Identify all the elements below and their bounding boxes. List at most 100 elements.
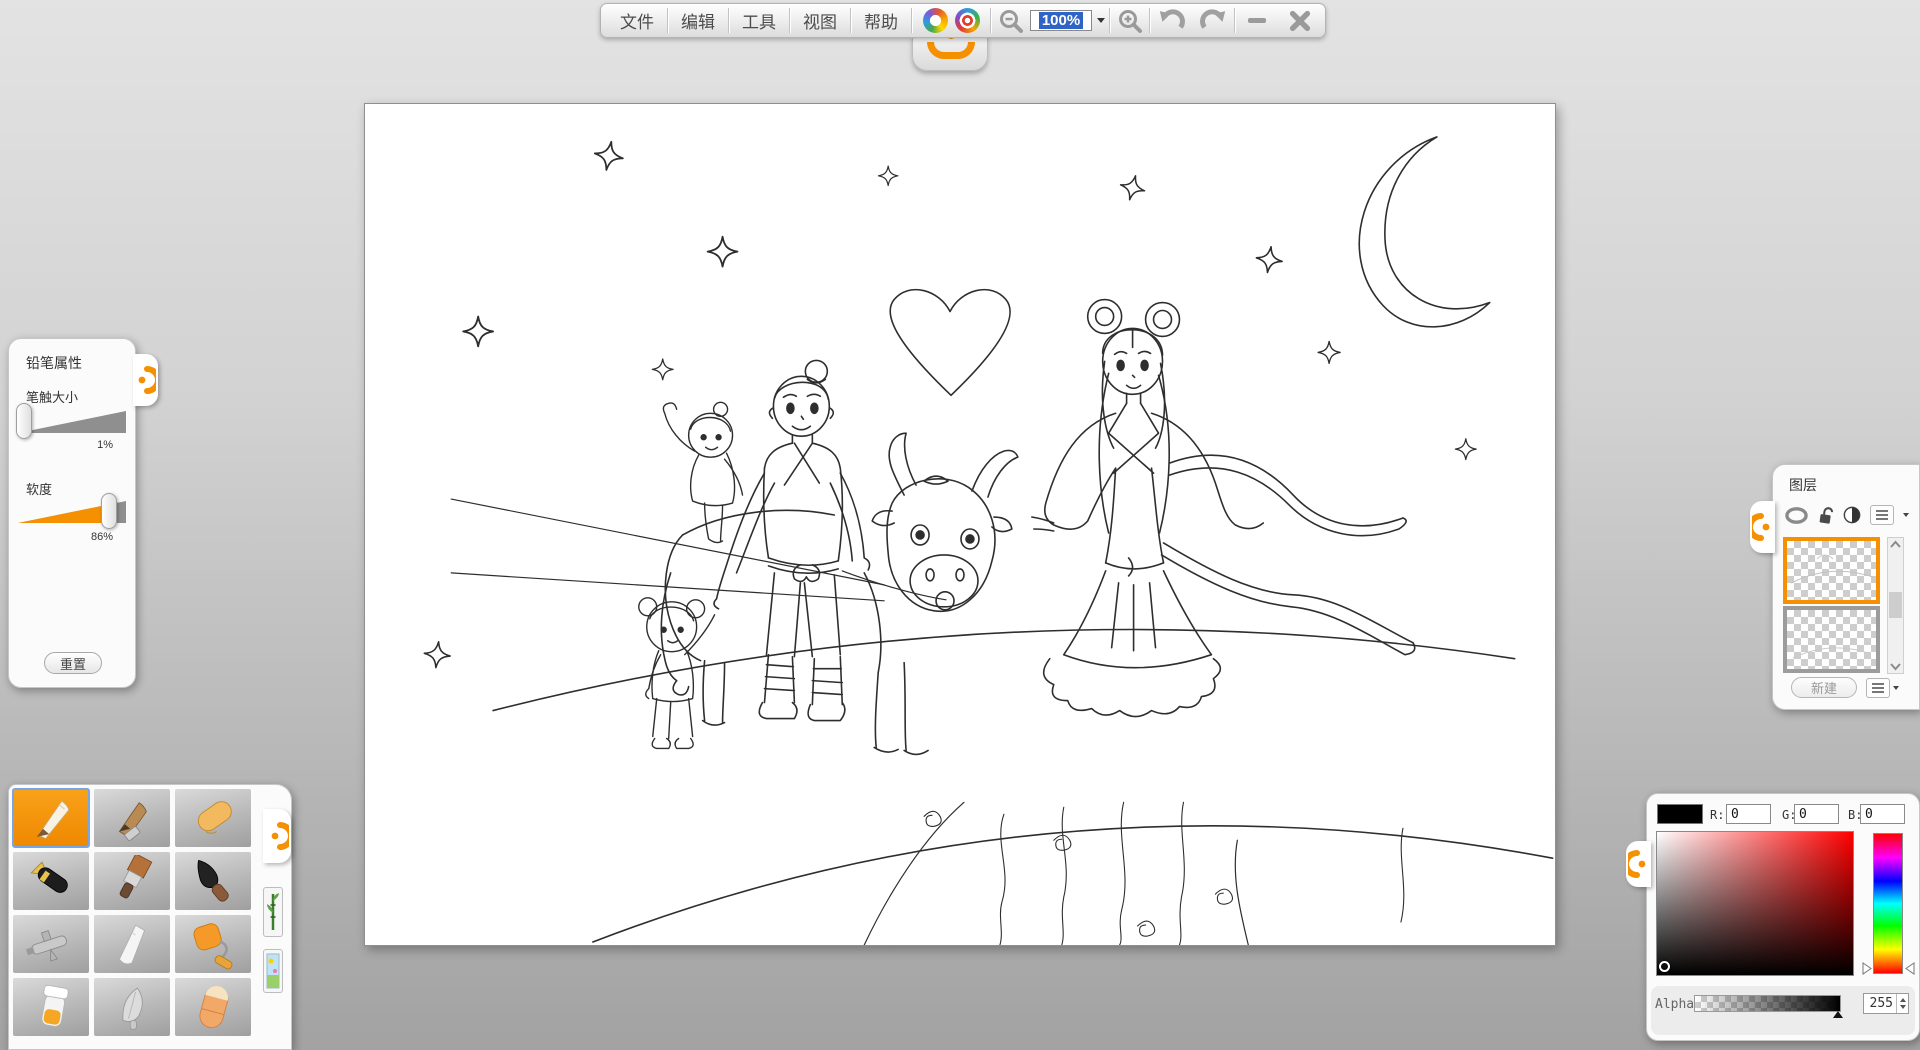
softness-thumb[interactable] [101, 493, 117, 529]
undo-icon [1158, 9, 1185, 33]
stars [423, 139, 1476, 669]
redo-button[interactable] [1192, 4, 1234, 37]
pastel-tool-icon [183, 792, 243, 844]
tool-leaf-pen[interactable] [94, 978, 170, 1036]
canvas-artwork [365, 104, 1555, 945]
bamboo-page-button[interactable] [263, 887, 283, 937]
tool-airbrush[interactable] [13, 915, 89, 973]
orange-handle-icon [1752, 512, 1770, 542]
drawing-canvas[interactable] [364, 103, 1556, 946]
current-color-swatch[interactable] [1657, 804, 1703, 824]
scroll-up-icon[interactable] [1888, 540, 1903, 550]
leaf-pen-tool-icon [102, 981, 162, 1033]
tool-charcoal-pencil[interactable] [94, 789, 170, 847]
tool-fountain-pen[interactable] [13, 852, 89, 910]
color-picker-handle[interactable] [1626, 841, 1651, 887]
mascot-smile-tab[interactable] [912, 36, 988, 71]
mascot-eyes [912, 4, 990, 37]
brush-size-slider[interactable] [18, 409, 126, 435]
palette-knife-tool-icon [102, 918, 162, 970]
eraser-tool-icon [183, 981, 243, 1033]
scrollbar-thumb[interactable] [1889, 592, 1902, 618]
hue-marker-left-icon[interactable] [1862, 962, 1872, 975]
ox [661, 433, 1018, 754]
layer-thumbnail[interactable] [1783, 606, 1880, 673]
menu-help[interactable]: 帮助 [851, 4, 911, 37]
softness-value: 86% [91, 531, 113, 543]
menu-tools[interactable]: 工具 [729, 4, 789, 37]
new-layer-button[interactable]: 新建 [1791, 677, 1857, 698]
layer-visibility-icon[interactable] [1785, 507, 1808, 524]
heart [890, 290, 1010, 396]
blue-value-field[interactable]: 0 [1860, 804, 1905, 824]
spinner-arrows[interactable] [1896, 994, 1908, 1013]
zoom-level-value: 100% [1039, 12, 1083, 29]
undo-button[interactable] [1150, 4, 1192, 37]
tool-paint-jar[interactable] [13, 978, 89, 1036]
layers-panel-handle[interactable] [1750, 501, 1775, 553]
spin-down-icon[interactable] [1900, 1005, 1906, 1009]
charcoal-tool-icon [102, 792, 162, 844]
tool-palette-knife[interactable] [94, 915, 170, 973]
chevron-down-icon[interactable] [1903, 513, 1909, 517]
mascot-right-eye-icon [955, 8, 980, 33]
airbrush-tool-icon [21, 918, 81, 970]
menu-lines-icon [1872, 683, 1884, 693]
zoom-out-button[interactable] [991, 4, 1030, 37]
zoom-in-button[interactable] [1110, 4, 1149, 37]
gallery-page-button[interactable] [263, 949, 283, 993]
layer-thumbnail[interactable] [1783, 537, 1880, 604]
pencil-panel-handle[interactable] [133, 354, 158, 406]
zoom-level-field[interactable]: 100% [1030, 10, 1092, 31]
hue-strip[interactable] [1873, 833, 1903, 974]
weaver-girl [1032, 300, 1415, 717]
minimize-button[interactable] [1235, 4, 1278, 37]
close-button[interactable] [1278, 4, 1321, 37]
green-value-field[interactable]: 0 [1794, 804, 1839, 824]
menu-edit[interactable]: 编辑 [668, 4, 728, 37]
alpha-label: Alpha [1655, 997, 1694, 1012]
alpha-marker-icon[interactable] [1833, 1011, 1843, 1018]
alpha-spinner[interactable]: 255 [1863, 993, 1909, 1014]
chevron-down-icon[interactable] [1893, 686, 1899, 690]
menu-lines-icon [1876, 510, 1888, 520]
layer-opacity-icon[interactable] [1843, 506, 1861, 524]
layers-scrollbar[interactable] [1887, 537, 1904, 674]
brush-size-thumb[interactable] [16, 403, 32, 439]
tool-palette-handle[interactable] [263, 809, 291, 863]
zoom-dropdown-button[interactable] [1092, 10, 1109, 32]
menu-file[interactable]: 文件 [607, 4, 667, 37]
tool-paint-roller[interactable] [175, 915, 251, 973]
chevron-down-icon [1097, 18, 1105, 23]
tool-eraser[interactable] [175, 978, 251, 1036]
ink-brush-tool-icon [183, 855, 243, 907]
reset-button[interactable]: 重置 [44, 652, 102, 674]
softness-slider[interactable] [18, 499, 126, 525]
zoom-in-icon [1117, 8, 1143, 34]
layer-menu-button[interactable] [1870, 505, 1894, 525]
saturation-value-square[interactable] [1656, 831, 1854, 976]
tool-pencil[interactable] [13, 789, 89, 847]
tool-flat-brush[interactable] [94, 852, 170, 910]
bamboo-icon [266, 891, 280, 933]
layer-menu-button[interactable] [1866, 678, 1890, 698]
tool-ink-brush[interactable] [175, 852, 251, 910]
menu-view[interactable]: 视图 [790, 4, 850, 37]
hue-marker-right-icon[interactable] [1905, 962, 1915, 975]
spin-up-icon[interactable] [1900, 998, 1906, 1002]
tool-pastel-stick[interactable] [175, 789, 251, 847]
child-on-ox [663, 402, 742, 542]
flat-brush-tool-icon [102, 855, 162, 907]
layer-lock-icon[interactable] [1817, 506, 1834, 525]
top-toolbar: 文件 编辑 工具 视图 帮助 100% [600, 3, 1326, 38]
layers-panel-title: 图层 [1789, 475, 1817, 495]
red-value-field[interactable]: 0 [1726, 804, 1771, 824]
mascot-smile-icon [927, 42, 975, 59]
alpha-slider[interactable] [1694, 995, 1841, 1012]
pencil-tool-icon [21, 792, 81, 844]
pencil-panel-title: 铅笔属性 [26, 353, 82, 373]
gallery-thumbnail-icon [266, 953, 280, 989]
tool-palette-panel [8, 784, 292, 1050]
scroll-down-icon[interactable] [1888, 661, 1903, 671]
layers-bottom-menu[interactable] [1866, 678, 1899, 698]
